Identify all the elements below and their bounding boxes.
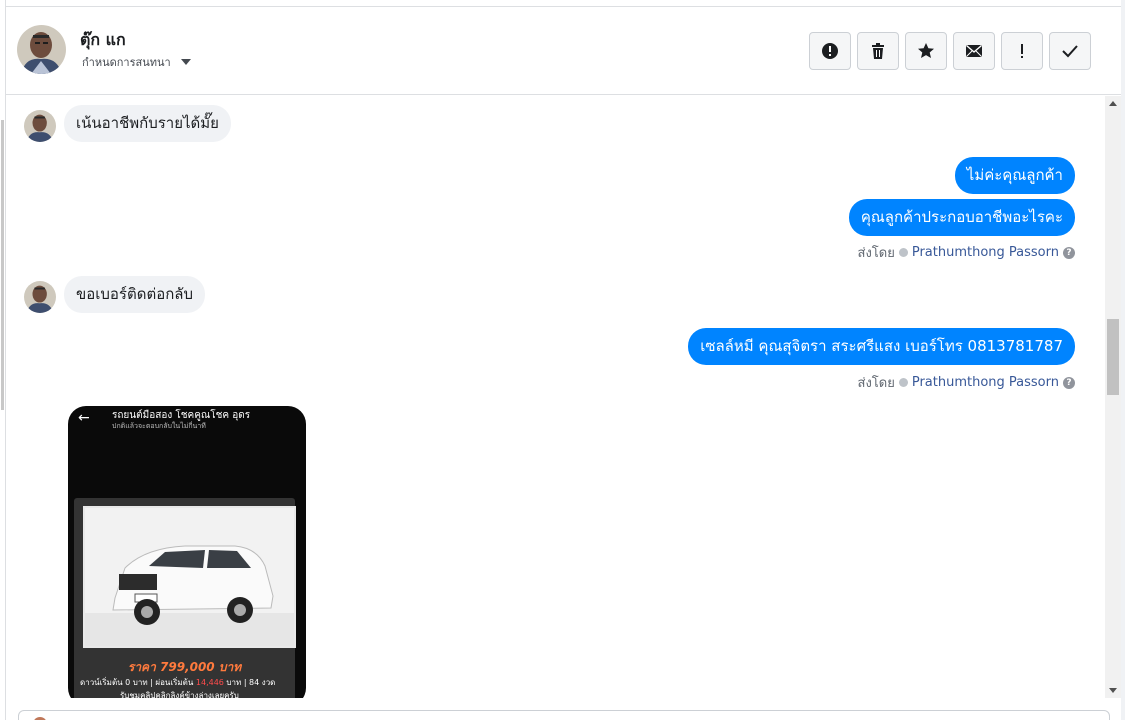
listing-price: ราคา 799,000 บาท: [127, 660, 242, 674]
image-attachment[interactable]: ← รถยนต์มือสอง โชคคูณโชค อุดร ปกติแล้วจะ…: [68, 406, 306, 698]
thread-scrollbar[interactable]: [1105, 96, 1121, 698]
outgoing-message[interactable]: เซลล์หมี คุณสุจิตรา สระศรีแสง เบอร์โทร 0…: [688, 328, 1075, 365]
scroll-down-arrow[interactable]: [1109, 688, 1117, 693]
back-arrow-icon: ←: [78, 410, 90, 426]
assign-label: กำหนดการสนทนา: [82, 56, 171, 69]
exclamation-icon: [1021, 44, 1023, 58]
envelope-icon: [966, 44, 982, 57]
sent-by-line: ส่งโดย Prathumthong Passorn ?: [858, 372, 1075, 393]
contact-avatar-small: [24, 281, 56, 313]
contact-avatar-small: [24, 110, 56, 142]
scroll-up-arrow[interactable]: [1109, 101, 1117, 106]
car-photo: [83, 506, 296, 648]
star-icon: [918, 43, 934, 58]
image-page-subtitle: ปกติแล้วจะตอบกลับในไม่กี่นาที: [112, 422, 206, 430]
verified-icon: [898, 248, 908, 257]
mark-unread-button[interactable]: [953, 32, 995, 70]
follow-up-button[interactable]: [1001, 32, 1043, 70]
contact-avatar[interactable]: [17, 25, 66, 74]
sent-by-label: ส่งโดย: [857, 246, 895, 261]
right-edge: [1121, 0, 1125, 720]
message-composer[interactable]: [18, 710, 1110, 720]
conversation-header: ตุ๊ก แก กำหนดการสนทนา: [6, 6, 1121, 95]
incoming-message[interactable]: เน้นอาชีพกับรายได้มั๊ย: [64, 105, 231, 142]
trash-icon: [872, 43, 884, 59]
star-button[interactable]: [905, 32, 947, 70]
checkmark-icon: [1062, 45, 1078, 58]
caret-down-icon: [180, 59, 191, 65]
sender-name-link[interactable]: Prathumthong Passorn: [912, 245, 1059, 260]
help-icon[interactable]: ?: [1063, 376, 1075, 389]
outgoing-message[interactable]: คุณลูกค้าประกอบอาชีพอะไรคะ: [848, 199, 1075, 236]
mark-done-button[interactable]: [1049, 32, 1091, 70]
verified-icon: [898, 378, 908, 387]
contact-name[interactable]: ตุ๊ก แก: [80, 28, 126, 53]
assign-conversation-dropdown[interactable]: กำหนดการสนทนา: [82, 53, 191, 71]
conversation-actions: [809, 32, 1091, 70]
left-scrollbar-thumb[interactable]: [1, 120, 4, 410]
scroll-thumb[interactable]: [1107, 319, 1119, 395]
listing-note: รับชมคลิปคลิกลิงค์ข้างล่างเลยครับ: [120, 691, 239, 698]
sent-by-line: ส่งโดย Prathumthong Passorn ?: [858, 242, 1075, 263]
incoming-message[interactable]: ขอเบอร์ติดต่อกลับ: [64, 276, 206, 313]
report-spam-button[interactable]: [809, 32, 851, 70]
alert-circle-icon: [822, 43, 838, 59]
listing-panel: ราคา 799,000 บาท ดาวน์เริ่มต้น 0 บาท | ผ…: [74, 498, 296, 698]
sent-by-label: ส่งโดย: [857, 376, 895, 391]
sender-name-link[interactable]: Prathumthong Passorn: [912, 375, 1059, 390]
help-icon[interactable]: ?: [1063, 246, 1075, 259]
outgoing-message[interactable]: ไม่ค่ะคุณลูกค้า: [954, 157, 1075, 194]
delete-button[interactable]: [857, 32, 899, 70]
listing-terms: ดาวน์เริ่มต้น 0 บาท | ผ่อนเริ่มต้น 14,44…: [80, 678, 276, 687]
message-thread[interactable]: เน้นอาชีพกับรายได้มั๊ย ไม่ค่ะคุณลูกค้า ค…: [6, 96, 1105, 698]
